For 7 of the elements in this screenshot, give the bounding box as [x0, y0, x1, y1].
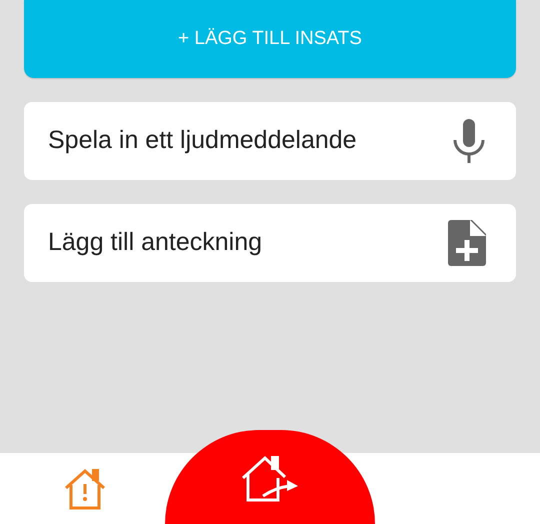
add-note-button[interactable]: Lägg till anteckning	[24, 204, 516, 282]
add-file-icon	[448, 220, 486, 266]
record-audio-button[interactable]: Spela in ett ljudmeddelande	[24, 102, 516, 180]
microphone-icon	[452, 119, 486, 163]
house-arrow-icon	[241, 454, 299, 502]
house-alert-button[interactable]	[64, 468, 106, 510]
house-alert-icon	[64, 468, 106, 510]
